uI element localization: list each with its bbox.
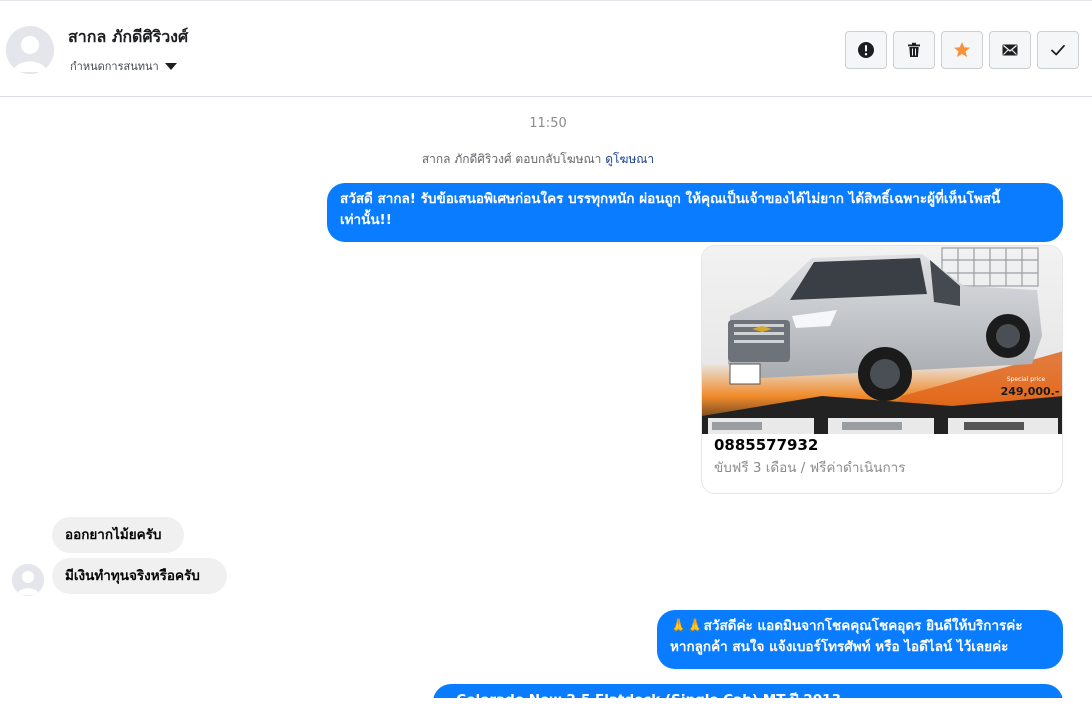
conversation-settings-label: กำหนดการสนทนา xyxy=(70,60,159,73)
trash-icon xyxy=(908,42,920,57)
ad-card[interactable]: Special price 249,000.- 0885577932 ขับฟร… xyxy=(701,245,1063,494)
star-button[interactable] xyxy=(941,31,983,69)
conversation-header: สากล ภักดีศิริวงศ์ กำหนดการสนทนา xyxy=(0,0,1092,97)
outgoing-message[interactable]: สวัสดี สากล! รับข้อเสนอพิเศษก่อนใคร บรรท… xyxy=(327,183,1063,242)
mark-unread-button[interactable] xyxy=(989,31,1031,69)
outgoing-message[interactable]: - Colorado New 2.5 Flatdeck (Single Cab)… xyxy=(433,684,1063,698)
image-price-value: 249,000.- xyxy=(1001,385,1060,398)
exclamation-circle-icon xyxy=(858,42,874,58)
contact-name[interactable]: สากล ภักดีศิริวงศ์ xyxy=(68,25,188,50)
ad-card-image[interactable]: Special price 249,000.- xyxy=(702,246,1062,434)
image-price-label: Special price xyxy=(1007,376,1046,383)
caret-down-icon xyxy=(164,63,177,70)
mark-done-button[interactable] xyxy=(1037,31,1079,69)
default-avatar-icon xyxy=(6,26,54,74)
ad-reply-notice: สากล ภักดีศิริวงศ์ ตอบกลับโฆษณา ดูโฆษณา xyxy=(0,150,1076,169)
report-spam-button[interactable] xyxy=(845,31,887,69)
checkmark-icon xyxy=(1051,44,1065,56)
message-thread[interactable]: 11:50 สากล ภักดีศิริวงศ์ ตอบกลับโฆษณา ดู… xyxy=(0,98,1092,698)
view-ad-link[interactable]: ดูโฆษณา xyxy=(605,152,654,166)
envelope-icon xyxy=(1002,44,1018,56)
ad-card-subtitle: ขับฟรี 3 เดือน / ฟรีค่าดำเนินการ xyxy=(714,460,906,476)
conversation-settings-dropdown[interactable]: กำหนดการสนทนา xyxy=(70,57,177,75)
sender-avatar[interactable] xyxy=(12,564,44,596)
incoming-message[interactable]: ออกยากไม้ยครับ xyxy=(52,517,184,553)
default-avatar-icon xyxy=(12,564,44,596)
outgoing-message[interactable]: 🙏🙏สวัสดีค่ะ แอดมินจากโชคคุณโชคอุดร ยินดี… xyxy=(657,610,1063,669)
conversation-actions xyxy=(845,31,1079,69)
ad-card-title: 0885577932 xyxy=(714,436,819,454)
star-icon xyxy=(954,42,970,57)
pickup-truck-photo: Special price 249,000.- xyxy=(702,246,1062,434)
ad-reply-text: สากล ภักดีศิริวงศ์ ตอบกลับโฆษณา xyxy=(421,152,602,166)
contact-avatar[interactable] xyxy=(6,26,54,74)
delete-button[interactable] xyxy=(893,31,935,69)
incoming-message[interactable]: มีเงินทำทุนจริงหรือครับ xyxy=(52,558,227,594)
message-timestamp: 11:50 xyxy=(529,116,567,131)
